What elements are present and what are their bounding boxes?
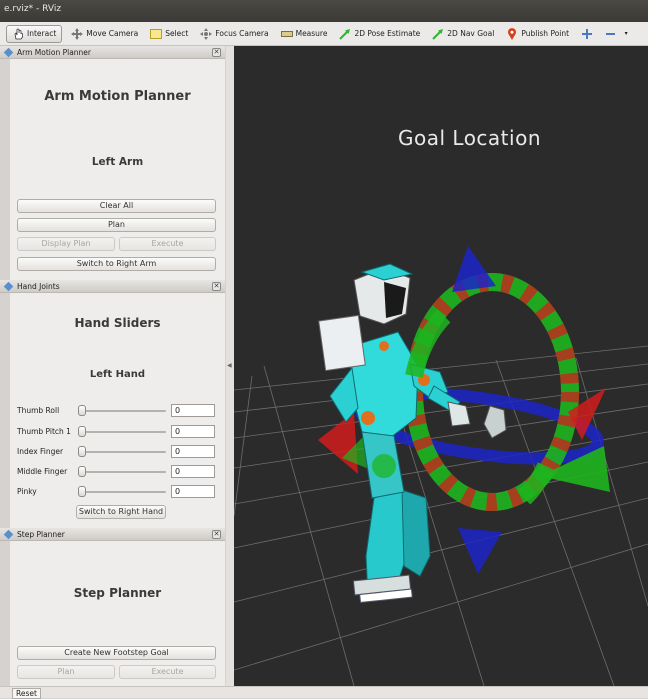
green-arrow-icon <box>432 28 444 40</box>
goal-location-label: Goal Location <box>398 126 541 150</box>
slider-label: Thumb Pitch 1 <box>17 427 71 436</box>
slider-track[interactable] <box>79 431 166 433</box>
window-title-bar: e.rviz* - RViz <box>0 0 648 22</box>
middle-finger-row: Middle Finger 0 <box>17 465 217 479</box>
display-plan-button[interactable]: Display Plan <box>17 237 115 251</box>
clear-all-button[interactable]: Clear All <box>17 199 216 213</box>
thumb-pitch-row: Thumb Pitch 1 0 <box>17 425 217 439</box>
pinky-row: Pinky 0 <box>17 485 217 499</box>
thumb-pitch-input[interactable]: 0 <box>171 425 215 438</box>
hand-joints-dock-title[interactable]: Hand Joints ✕ <box>0 280 225 293</box>
green-arrow-icon <box>339 28 351 40</box>
create-footstep-goal-button[interactable]: Create New Footstep Goal <box>17 646 216 660</box>
measure-tool-label: Measure <box>295 29 328 38</box>
arm-plan-button[interactable]: Plan <box>17 218 216 232</box>
hand-joints-dock-label: Hand Joints <box>17 282 60 291</box>
rotation-ring-front-lower[interactable] <box>517 462 555 505</box>
step-plan-button[interactable]: Plan <box>17 665 115 679</box>
window-title: e.rviz* - RViz <box>4 4 62 14</box>
measure-tool-button[interactable]: Measure <box>278 25 331 43</box>
step-execute-button[interactable]: Execute <box>119 665 216 679</box>
hand-side-heading: Left Hand <box>89 369 146 380</box>
focus-camera-icon <box>200 27 213 40</box>
slider-label: Middle Finger <box>17 467 68 476</box>
slider-track[interactable] <box>79 471 166 473</box>
panel-icon <box>3 529 14 540</box>
interact-tool-label: Interact <box>27 29 57 38</box>
panel-icon <box>3 281 14 292</box>
slider-handle[interactable] <box>78 466 86 477</box>
step-planner-dock-label: Step Planner <box>17 530 65 539</box>
translate-arrow-up[interactable] <box>452 246 496 292</box>
panel-icon <box>3 47 14 58</box>
slider-track[interactable] <box>79 451 166 453</box>
index-finger-row: Index Finger 0 <box>17 445 217 459</box>
hand-pointer-icon <box>12 28 24 40</box>
add-tool-button[interactable] <box>578 25 596 43</box>
rotation-ring-front[interactable] <box>405 309 451 378</box>
remove-tool-dropdown[interactable]: ▾ <box>602 25 635 43</box>
arm-execute-button[interactable]: Execute <box>119 237 216 251</box>
publish-point-tool-label: Publish Point <box>521 29 570 38</box>
move-camera-tool-label: Move Camera <box>86 29 139 38</box>
close-icon[interactable]: ✕ <box>212 48 221 57</box>
slider-track[interactable] <box>79 491 166 493</box>
slider-handle[interactable] <box>78 426 86 437</box>
focus-camera-tool-button[interactable]: Focus Camera <box>197 25 271 43</box>
switch-arm-button[interactable]: Switch to Right Arm <box>17 257 216 271</box>
translate-arrow-down[interactable] <box>458 528 502 574</box>
reset-button[interactable]: Reset <box>12 688 41 699</box>
panel-splitter[interactable]: ◀ <box>226 46 234 686</box>
slider-label: Index Finger <box>17 447 64 456</box>
slider-handle[interactable] <box>78 486 86 497</box>
nav-goal-tool-label: 2D Nav Goal <box>447 29 495 38</box>
select-rectangle-icon <box>150 28 163 40</box>
publish-point-tool-button[interactable]: Publish Point <box>503 25 572 43</box>
close-icon[interactable]: ✕ <box>212 530 221 539</box>
interact-tool-button[interactable]: Interact <box>6 24 63 43</box>
slider-track[interactable] <box>79 410 166 412</box>
arm-side-heading: Left Arm <box>91 156 144 168</box>
pinky-input[interactable]: 0 <box>171 485 215 498</box>
move-camera-tool-button[interactable]: Move Camera <box>68 25 141 43</box>
nav-goal-tool-button[interactable]: 2D Nav Goal <box>429 25 497 43</box>
arm-planner-dock-label: Arm Motion Planner <box>17 48 91 57</box>
slider-label: Thumb Roll <box>17 406 60 415</box>
toolbar: Interact Move Camera Select Focus Camera… <box>0 22 648 46</box>
thumb-roll-input[interactable]: 0 <box>171 404 215 417</box>
arm-planner-heading: Arm Motion Planner <box>44 89 191 104</box>
translate-arrow-left[interactable] <box>318 412 358 474</box>
select-tool-button[interactable]: Select <box>147 25 191 43</box>
slider-label: Pinky <box>17 487 37 496</box>
middle-finger-input[interactable]: 0 <box>171 465 215 478</box>
focus-camera-tool-label: Focus Camera <box>215 29 269 38</box>
index-finger-input[interactable]: 0 <box>171 445 215 458</box>
thumb-roll-row: Thumb Roll 0 <box>17 404 217 418</box>
ruler-icon <box>280 28 293 40</box>
step-planner-heading: Step Planner <box>73 586 162 600</box>
close-icon[interactable]: ✕ <box>212 282 221 291</box>
select-tool-label: Select <box>165 29 189 38</box>
slider-handle[interactable] <box>78 405 86 416</box>
hand-sliders-heading: Hand Sliders <box>74 316 161 330</box>
slider-handle[interactable] <box>78 446 86 457</box>
step-planner-dock-title[interactable]: Step Planner ✕ <box>0 528 225 541</box>
pose-estimate-tool-label: 2D Pose Estimate <box>354 29 421 38</box>
pose-estimate-tool-button[interactable]: 2D Pose Estimate <box>336 25 423 43</box>
move-camera-icon <box>71 27 84 40</box>
chevron-down-icon: ▾ <box>624 29 628 37</box>
3d-viewport[interactable]: Goal Location <box>234 46 648 686</box>
status-bar: Reset <box>0 686 648 699</box>
minus-icon <box>605 28 617 40</box>
collapse-arrow-icon[interactable]: ◀ <box>227 362 232 369</box>
switch-hand-button[interactable]: Switch to Right Hand <box>76 505 166 519</box>
plus-icon <box>581 28 593 40</box>
map-pin-icon <box>506 27 518 40</box>
arm-planner-dock-title[interactable]: Arm Motion Planner ✕ <box>0 46 225 59</box>
